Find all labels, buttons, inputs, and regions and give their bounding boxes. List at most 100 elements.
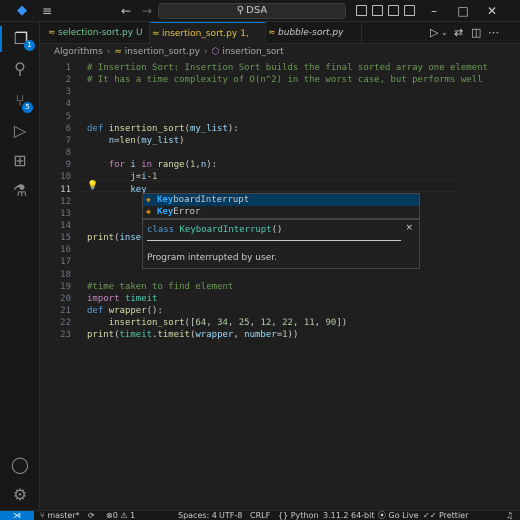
minimize-icon[interactable]: – xyxy=(426,3,442,19)
sync-icon[interactable]: ⟳ xyxy=(88,511,95,520)
line-number: 17 xyxy=(60,257,71,268)
accounts-icon[interactable]: ◯ xyxy=(0,452,40,478)
title-bar: ◆ ≡ ← → ⚲ DSA – □ ✕ xyxy=(0,0,520,22)
command-center-search[interactable]: ⚲ DSA xyxy=(158,3,346,19)
toggle-panel-icon[interactable] xyxy=(372,5,383,16)
eol-indicator[interactable]: CRLF xyxy=(250,511,270,520)
extensions-icon[interactable]: ⊞ xyxy=(0,148,40,174)
error-icon: ⊗ xyxy=(106,511,113,520)
problems-indicator[interactable]: ⊗0 ⚠ 1 xyxy=(106,511,135,520)
search-icon: ⚲ xyxy=(236,5,245,16)
run-options-chevron-icon[interactable]: ⌄ xyxy=(441,26,448,40)
testing-icon[interactable]: ⚗ xyxy=(0,178,40,204)
chevron-right-icon: › xyxy=(204,47,208,57)
breadcrumb: Algorithms › ≈ insertion_sort.py › ⬡ inserti… xyxy=(40,44,520,60)
class-icon: ◈ xyxy=(146,207,151,216)
line-number: 5 xyxy=(65,111,71,122)
python-file-icon: ≈ xyxy=(152,29,160,39)
suggestion-rest: Error xyxy=(173,207,201,217)
code-line[interactable]: for i in range(1,n): xyxy=(87,159,217,171)
line-number: 14 xyxy=(60,220,71,231)
line-number: 15 xyxy=(60,233,71,244)
remote-indicator-icon[interactable]: ⋊ xyxy=(0,511,34,520)
compare-changes-icon[interactable]: ⇄ xyxy=(454,26,463,40)
status-bar: ⋊ ⑂ master* ⟳ ⊗0 ⚠ 1 Spaces: 4 UTF-8 CRL… xyxy=(0,510,520,520)
run-debug-icon[interactable]: ▷ xyxy=(0,118,40,144)
code-line[interactable]: def insertion_sort(my_list): xyxy=(87,123,239,135)
python-file-icon: ≈ xyxy=(114,47,125,57)
chevron-right-icon: › xyxy=(106,47,111,57)
encoding-indicator[interactable]: UTF-8 xyxy=(219,511,242,520)
suggestion-details: class KeyboardInterrupt() × Program inte… xyxy=(142,219,420,269)
line-number: 13 xyxy=(60,208,71,219)
source-control-icon[interactable]: ⑂ 5 xyxy=(0,88,40,114)
suggestion-match: Key xyxy=(157,207,174,217)
tab-insertion-sort[interactable]: ≈insertion_sort.py1, U× xyxy=(150,22,266,61)
maximize-icon[interactable]: □ xyxy=(455,3,471,19)
search-view-icon[interactable]: ⚲ xyxy=(0,56,40,82)
suggestion-item[interactable]: ◈ KeyError xyxy=(143,206,419,218)
branch-indicator[interactable]: ⑂ master* xyxy=(40,511,80,520)
go-live-label: Go Live xyxy=(388,511,419,520)
back-arrow-icon[interactable]: ← xyxy=(119,3,133,19)
language-name: Python xyxy=(290,511,319,520)
settings-gear-icon[interactable]: ⚙ xyxy=(0,482,40,508)
customize-layout-icon[interactable] xyxy=(404,5,415,16)
more-actions-icon[interactable]: ⋯ xyxy=(488,26,499,40)
line-number: 8 xyxy=(65,148,71,159)
tab-label: insertion_sort.py xyxy=(162,29,238,39)
lightbulb-icon[interactable]: 💡 xyxy=(87,180,98,192)
details-divider xyxy=(147,240,401,241)
prettier-indicator[interactable]: ✓✓ Prettier xyxy=(423,511,468,520)
python-file-icon: ≈ xyxy=(268,28,276,38)
toggle-primary-sidebar-icon[interactable] xyxy=(356,5,367,16)
code-line[interactable]: print(inser xyxy=(87,232,147,244)
hamburger-menu-icon[interactable]: ≡ xyxy=(40,3,54,19)
tab-selection-sort[interactable]: ≈ selection-sort.py U xyxy=(46,22,150,44)
signature-name: KeyboardInterrupt xyxy=(179,225,272,235)
breadcrumb-symbol[interactable]: insertion_sort xyxy=(222,47,283,57)
line-number: 9 xyxy=(65,160,71,171)
breadcrumb-file[interactable]: insertion_sort.py xyxy=(125,47,200,57)
warning-count: 1 xyxy=(130,511,136,520)
code-line[interactable]: n=len(my_list) xyxy=(87,135,185,147)
explorer-icon[interactable]: ❐ 1 xyxy=(0,26,40,52)
go-live-button[interactable]: ⦿ Go Live xyxy=(378,511,419,520)
code-line[interactable]: print(timeit.timeit(wrapper, number=1)) xyxy=(87,329,298,341)
close-window-icon[interactable]: ✕ xyxy=(484,3,500,19)
suggestion-signature: class KeyboardInterrupt() xyxy=(147,224,282,236)
code-line[interactable]: def wrapper(): xyxy=(87,305,163,317)
suggestion-rest: boardInterrupt xyxy=(173,195,250,205)
code-line[interactable]: insertion_sort([64, 34, 25, 12, 22, 11, … xyxy=(87,317,348,329)
line-number: 3 xyxy=(65,87,71,98)
line-number: 23 xyxy=(60,330,71,341)
suggestion-widget[interactable]: ◈ KeyboardInterrupt ◈ KeyError xyxy=(142,193,420,219)
prettier-label: Prettier xyxy=(438,511,469,520)
notifications-bell-icon[interactable]: ♫ xyxy=(506,511,513,520)
line-number: 16 xyxy=(60,245,71,256)
code-line[interactable]: import timeit xyxy=(87,293,157,305)
python-interpreter[interactable]: 3.11.2 64-bit xyxy=(323,511,375,520)
line-number: 20 xyxy=(60,293,71,304)
close-details-icon[interactable]: × xyxy=(405,223,413,233)
line-number: 21 xyxy=(60,306,71,316)
run-file-icon[interactable]: ▷ xyxy=(430,26,438,40)
code-editor[interactable]: 1 2 3 4 5 6 7 8 9 10 11 12 13 14 15 16 17 18 19 20 21 22 23 # … xyxy=(40,60,520,510)
python-file-icon: ≈ xyxy=(48,28,56,38)
code-line[interactable]: # Insertion Sort: Insertion Sort builds … xyxy=(87,62,488,74)
code-line[interactable]: # It has a time complexity of O(n^2) in … xyxy=(87,74,483,86)
scm-badge: 5 xyxy=(22,102,33,113)
toggle-secondary-sidebar-icon[interactable] xyxy=(388,5,399,16)
language-mode[interactable]: {} Python xyxy=(278,511,318,520)
class-icon: ◈ xyxy=(146,195,151,204)
workspace-name: DSA xyxy=(246,5,268,16)
forward-arrow-icon[interactable]: → xyxy=(140,3,154,19)
double-check-icon: ✓✓ xyxy=(423,511,439,520)
breadcrumb-folder[interactable]: Algorithms xyxy=(54,47,103,57)
split-editor-icon[interactable]: ◫ xyxy=(471,26,481,40)
suggestion-item[interactable]: ◈ KeyboardInterrupt xyxy=(143,194,419,206)
indentation-indicator[interactable]: Spaces: 4 xyxy=(178,511,217,520)
line-number: 19 xyxy=(60,281,71,292)
tab-bubble-sort[interactable]: ≈ bubble-sort.py xyxy=(266,22,362,44)
code-line[interactable]: #time taken to find element xyxy=(87,281,233,293)
